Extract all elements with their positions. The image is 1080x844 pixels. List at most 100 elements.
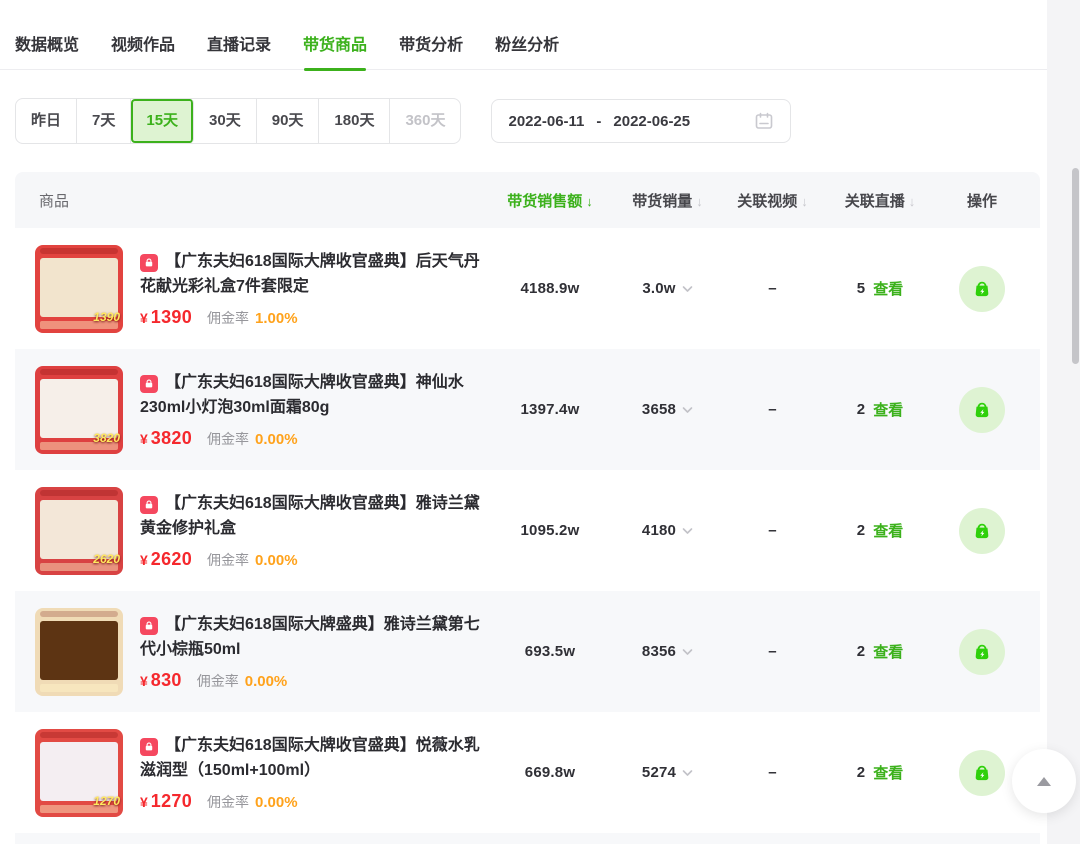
range-button-7d[interactable]: 7天: [77, 99, 131, 143]
product-title[interactable]: 【广东夫妇618国际大牌收官盛典】神仙水230ml小灯泡30ml面霜80g: [140, 370, 488, 420]
tab-live-records[interactable]: 直播记录: [207, 31, 271, 69]
currency-symbol: ¥: [140, 431, 148, 447]
table-body: 1390 【广东夫妇618国际大牌收官盛典】后天气丹花献光彩礼盒7件套限定 ¥ …: [15, 228, 1040, 833]
column-header-sales-volume[interactable]: 带货销量↓: [610, 190, 725, 211]
product-thumbnail[interactable]: 1390: [35, 245, 123, 333]
product-title[interactable]: 【广东夫妇618国际大牌收官盛典】雅诗兰黛黄金修护礼盒: [140, 491, 488, 541]
sort-down-icon: ↓: [909, 194, 916, 209]
product-thumbnail[interactable]: 2620: [35, 487, 123, 575]
sales-volume-cell[interactable]: 4180: [610, 522, 725, 539]
product-thumbnail-inner: [40, 742, 118, 801]
table-row: 2620 【广东夫妇618国际大牌收官盛典】雅诗兰黛黄金修护礼盒 ¥ 2620 …: [15, 470, 1040, 591]
shopping-bag-button[interactable]: [959, 750, 1005, 796]
related-lives-cell: 2 查看: [820, 520, 940, 541]
product-meta: ¥ 1270 佣金率 0.00%: [140, 791, 488, 812]
product-thumbnail[interactable]: 1270: [35, 729, 123, 817]
product-price: 3820: [151, 428, 192, 449]
date-end: 2022-06-25: [613, 113, 690, 130]
sales-amount-value: 693.5w: [490, 643, 610, 660]
chevron-down-icon: [682, 285, 693, 293]
related-lives-count: 5: [857, 280, 866, 297]
product-thumbnail-price: 1390: [93, 310, 120, 324]
product-title[interactable]: 【广东夫妇618国际大牌收官盛典】后天气丹花献光彩礼盒7件套限定: [140, 249, 488, 299]
shopping-bag-button[interactable]: [959, 387, 1005, 433]
table-header: 商品 带货销售额↓ 带货销量↓ 关联视频↓ 关联直播↓ 操作: [15, 172, 1040, 228]
product-title-text: 【广东夫妇618国际大牌盛典】雅诗兰黛第七代小棕瓶50ml: [140, 616, 480, 658]
date-range-picker[interactable]: 2022-06-11 - 2022-06-25: [491, 99, 791, 143]
sales-volume-cell[interactable]: 5274: [610, 764, 725, 781]
tab-sales-analysis[interactable]: 带货分析: [399, 31, 463, 69]
sort-down-icon: ↓: [801, 194, 808, 209]
product-title-text: 【广东夫妇618国际大牌收官盛典】悦薇水乳滋润型（150ml+100ml）: [140, 737, 480, 779]
column-header-related-videos[interactable]: 关联视频↓: [725, 190, 820, 211]
back-to-top-button[interactable]: [1012, 749, 1076, 813]
sales-volume-cell[interactable]: 3.0w: [610, 280, 725, 297]
shop-badge-icon: [140, 617, 158, 635]
shopping-bag-button[interactable]: [959, 508, 1005, 554]
sales-amount-value: 669.8w: [490, 764, 610, 781]
column-header-related-lives[interactable]: 关联直播↓: [820, 190, 940, 211]
currency-symbol: ¥: [140, 794, 148, 810]
sales-volume-value: 5274: [642, 764, 676, 781]
tab-promoted-products[interactable]: 带货商品: [303, 31, 367, 69]
range-button-15d[interactable]: 15天: [131, 99, 194, 143]
product-cell: 1390 【广东夫妇618国际大牌收官盛典】后天气丹花献光彩礼盒7件套限定 ¥ …: [15, 245, 490, 333]
product-info: 【广东夫妇618国际大牌收官盛典】后天气丹花献光彩礼盒7件套限定 ¥ 1390 …: [140, 249, 488, 328]
creator-analytics-page: 数据概览 视频作品 直播记录 带货商品 带货分析 粉丝分析 昨日 7天 15天 …: [0, 0, 1080, 844]
shopping-bag-button[interactable]: [959, 629, 1005, 675]
product-thumbnail[interactable]: 3820: [35, 366, 123, 454]
product-title[interactable]: 【广东夫妇618国际大牌盛典】雅诗兰黛第七代小棕瓶50ml: [140, 612, 488, 662]
range-button-30d[interactable]: 30天: [194, 99, 257, 143]
product-meta: ¥ 3820 佣金率 0.00%: [140, 428, 488, 449]
column-header-action: 操作: [940, 190, 1024, 211]
tab-video-works[interactable]: 视频作品: [111, 31, 175, 69]
sales-volume-value: 3658: [642, 401, 676, 418]
product-price: 1270: [151, 791, 192, 812]
view-link[interactable]: 查看: [873, 399, 903, 420]
shopping-bag-button[interactable]: [959, 266, 1005, 312]
range-button-180d[interactable]: 180天: [319, 99, 390, 143]
related-lives-count: 2: [857, 764, 866, 781]
related-lives-count: 2: [857, 643, 866, 660]
column-header-sales-label: 带货销售额: [507, 193, 582, 210]
date-separator: -: [596, 113, 601, 130]
analytics-tabbar: 数据概览 视频作品 直播记录 带货商品 带货分析 粉丝分析: [0, 0, 1048, 70]
action-cell: [940, 508, 1024, 554]
product-info: 【广东夫妇618国际大牌盛典】雅诗兰黛第七代小棕瓶50ml ¥ 830 佣金率 …: [140, 612, 488, 691]
related-lives-cell: 2 查看: [820, 641, 940, 662]
sales-volume-cell[interactable]: 8356: [610, 643, 725, 660]
related-videos-value: –: [725, 280, 820, 297]
column-header-sales-amount[interactable]: 带货销售额↓: [490, 190, 610, 211]
table-row: 1270 【广东夫妇618国际大牌收官盛典】悦薇水乳滋润型（150ml+100m…: [15, 712, 1040, 833]
view-link[interactable]: 查看: [873, 641, 903, 662]
sales-volume-value: 3.0w: [642, 280, 675, 297]
range-button-yesterday[interactable]: 昨日: [16, 99, 77, 143]
commission-label: 佣金率: [207, 429, 249, 449]
product-info: 【广东夫妇618国际大牌收官盛典】雅诗兰黛黄金修护礼盒 ¥ 2620 佣金率 0…: [140, 491, 488, 570]
filter-row: 昨日 7天 15天 30天 90天 180天 360天 2022-06-11 -…: [15, 98, 1080, 144]
range-button-90d[interactable]: 90天: [257, 99, 320, 143]
product-info: 【广东夫妇618国际大牌收官盛典】悦薇水乳滋润型（150ml+100ml） ¥ …: [140, 733, 488, 812]
calendar-icon[interactable]: [754, 111, 774, 131]
product-meta: ¥ 2620 佣金率 0.00%: [140, 549, 488, 570]
view-link[interactable]: 查看: [873, 278, 903, 299]
sales-volume-value: 4180: [642, 522, 676, 539]
product-thumbnail-price: 3820: [93, 431, 120, 445]
view-link[interactable]: 查看: [873, 762, 903, 783]
product-thumbnail-inner: [40, 258, 118, 317]
scrollbar-thumb[interactable]: [1072, 168, 1079, 364]
action-cell: [940, 629, 1024, 675]
product-title-text: 【广东夫妇618国际大牌收官盛典】神仙水230ml小灯泡30ml面霜80g: [140, 374, 464, 416]
tab-fans-analysis[interactable]: 粉丝分析: [495, 31, 559, 69]
product-title[interactable]: 【广东夫妇618国际大牌收官盛典】悦薇水乳滋润型（150ml+100ml）: [140, 733, 488, 783]
related-videos-value: –: [725, 764, 820, 781]
table-row: 3820 【广东夫妇618国际大牌收官盛典】神仙水230ml小灯泡30ml面霜8…: [15, 349, 1040, 470]
chevron-down-icon: [682, 769, 693, 777]
view-link[interactable]: 查看: [873, 520, 903, 541]
action-cell: [940, 387, 1024, 433]
tab-data-overview[interactable]: 数据概览: [15, 31, 79, 69]
product-thumbnail[interactable]: [35, 608, 123, 696]
product-thumbnail-price: 1270: [93, 794, 120, 808]
product-price: 2620: [151, 549, 192, 570]
sales-volume-cell[interactable]: 3658: [610, 401, 725, 418]
